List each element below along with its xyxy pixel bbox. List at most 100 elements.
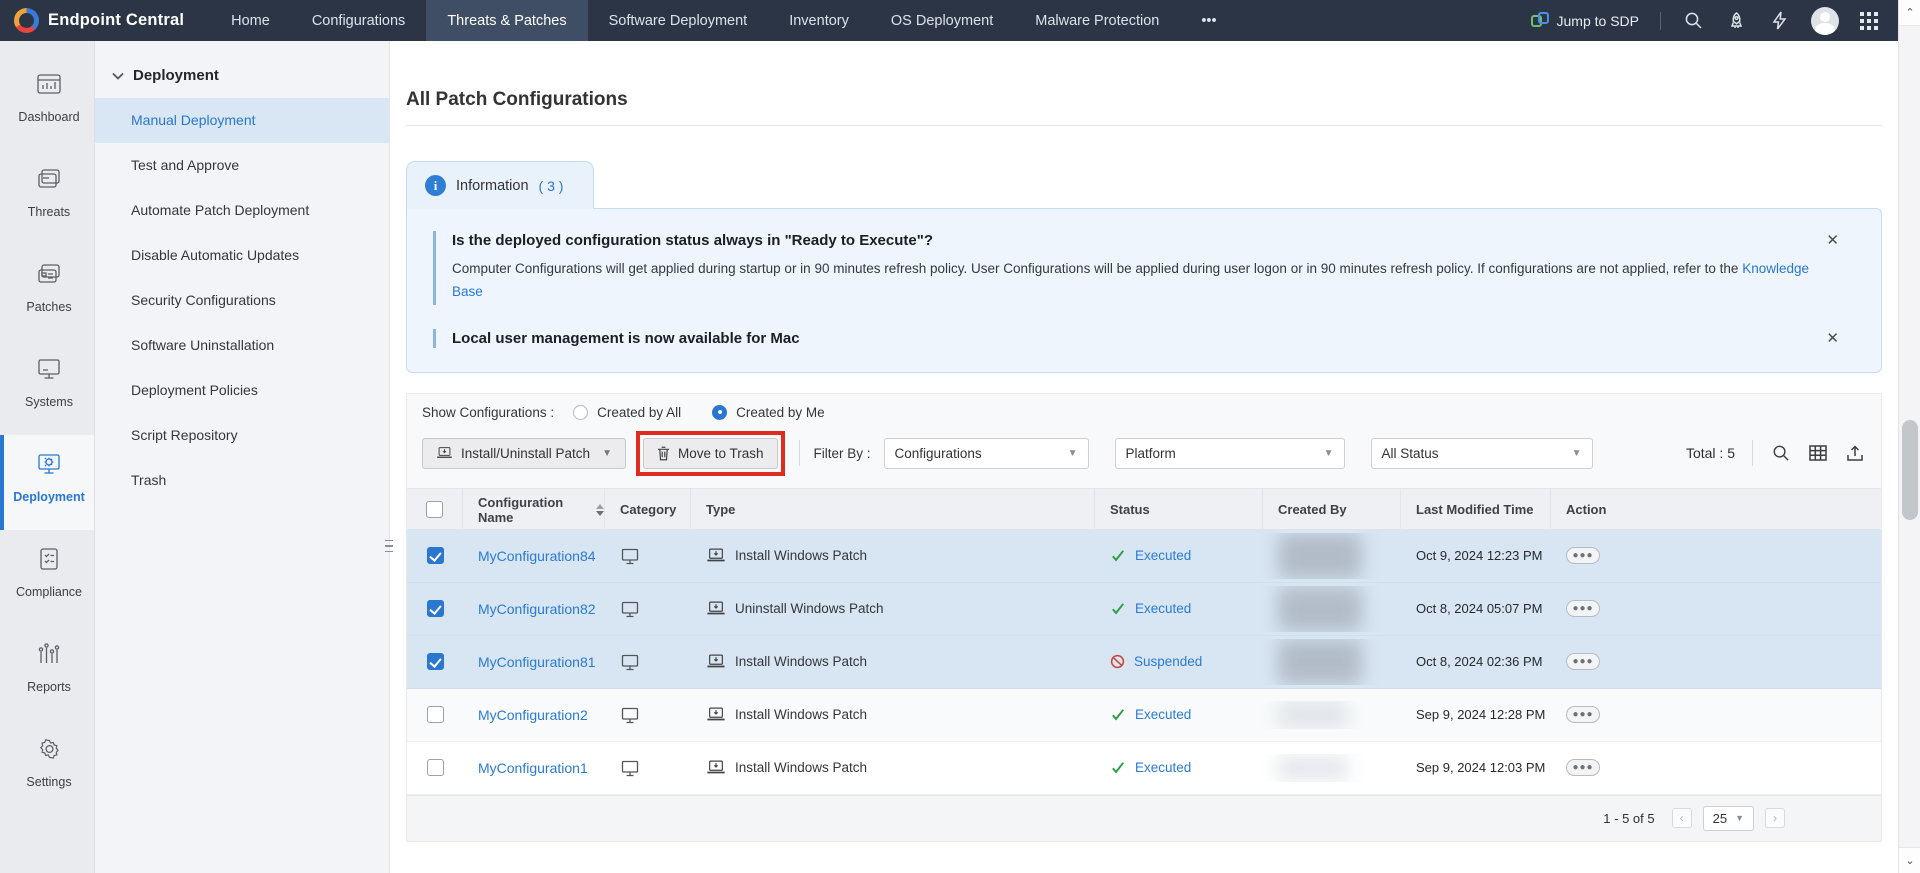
next-page-button[interactable]: › bbox=[1765, 808, 1785, 828]
rail-item-dashboard[interactable]: Dashboard bbox=[0, 55, 94, 150]
scroll-up-arrow[interactable]: ⌃ bbox=[1899, 0, 1920, 26]
computer-icon bbox=[620, 759, 640, 777]
nav-item[interactable]: OS Deployment bbox=[870, 0, 1014, 41]
close-icon[interactable]: ✕ bbox=[1826, 331, 1839, 346]
scroll-down-arrow[interactable]: ⌄ bbox=[1899, 847, 1920, 873]
nav-item[interactable]: ••• bbox=[1180, 0, 1237, 41]
configuration-name-link[interactable]: MyConfiguration84 bbox=[478, 548, 596, 564]
sidebar-item-test-and-approve[interactable]: Test and Approve bbox=[95, 143, 389, 188]
sidebar-group-deployment[interactable]: Deployment bbox=[95, 67, 389, 84]
rail-item-threats[interactable]: Threats bbox=[0, 150, 94, 245]
rail-item-patches[interactable]: Patches bbox=[0, 245, 94, 340]
search-icon[interactable] bbox=[1682, 10, 1704, 32]
row-actions-button[interactable]: ●●● bbox=[1566, 706, 1600, 723]
brand-name: Endpoint Central bbox=[48, 11, 184, 30]
action-cell: ●●● bbox=[1551, 600, 1881, 617]
sidebar-list: Manual DeploymentTest and ApproveAutomat… bbox=[95, 98, 389, 503]
sidebar-item-script-repository[interactable]: Script Repository bbox=[95, 413, 389, 458]
total-count: Total : 5 bbox=[1686, 445, 1735, 461]
filter-status-dropdown[interactable]: All Status▼ bbox=[1371, 438, 1593, 469]
status-cell: Executed bbox=[1095, 760, 1263, 775]
nav-item[interactable]: Software Deployment bbox=[588, 0, 769, 41]
sidebar-item-manual-deployment[interactable]: Manual Deployment bbox=[95, 98, 389, 143]
rail-item-deployment[interactable]: Deployment bbox=[0, 435, 94, 530]
radio-created-by-all[interactable] bbox=[573, 405, 588, 420]
radio-created-by-me[interactable] bbox=[712, 405, 727, 420]
column-chooser-icon[interactable] bbox=[1807, 442, 1829, 464]
redacted-created-by bbox=[1278, 533, 1362, 579]
action-cell: ●●● bbox=[1551, 653, 1881, 670]
page-size-dropdown[interactable]: 25▼ bbox=[1703, 806, 1754, 831]
apps-grid-icon[interactable] bbox=[1860, 12, 1878, 30]
rail-item-reports[interactable]: Reports bbox=[0, 625, 94, 720]
nav-item[interactable]: Home bbox=[210, 0, 291, 41]
rocket-icon[interactable] bbox=[1725, 10, 1747, 32]
brand[interactable]: Endpoint Central bbox=[0, 0, 210, 41]
filter-platform-dropdown[interactable]: Platform▼ bbox=[1115, 438, 1345, 469]
pagination-range: 1 - 5 of 5 bbox=[1603, 811, 1654, 826]
window-scrollbar[interactable]: ⌃ ⌄ bbox=[1898, 0, 1920, 873]
redacted-created-by bbox=[1278, 586, 1362, 632]
sidebar-item-software-uninstallation[interactable]: Software Uninstallation bbox=[95, 323, 389, 368]
sidebar-item-automate-patch-deployment[interactable]: Automate Patch Deployment bbox=[95, 188, 389, 233]
sidebar-item-trash[interactable]: Trash bbox=[95, 458, 389, 503]
export-icon[interactable] bbox=[1844, 442, 1866, 464]
configuration-name-link[interactable]: MyConfiguration1 bbox=[478, 760, 588, 776]
row-actions-button[interactable]: ●●● bbox=[1566, 759, 1600, 776]
page-title: All Patch Configurations bbox=[406, 89, 1882, 111]
sidebar-resize-grip[interactable] bbox=[385, 528, 393, 564]
status-link[interactable]: Suspended bbox=[1134, 654, 1202, 669]
rail-item-compliance[interactable]: Compliance bbox=[0, 530, 94, 625]
status-link[interactable]: Executed bbox=[1135, 760, 1191, 775]
success-check-icon bbox=[1110, 760, 1126, 775]
status-cell: Suspended bbox=[1095, 654, 1263, 669]
sidebar-item-deployment-policies[interactable]: Deployment Policies bbox=[95, 368, 389, 413]
row-checkbox[interactable] bbox=[427, 600, 444, 617]
rail-item-settings[interactable]: Settings bbox=[0, 720, 94, 815]
sdp-icon bbox=[1531, 12, 1549, 30]
configuration-name-link[interactable]: MyConfiguration2 bbox=[478, 707, 588, 723]
col-created-by: Created By bbox=[1263, 489, 1401, 531]
configuration-name-link[interactable]: MyConfiguration82 bbox=[478, 601, 596, 617]
sidebar-item-disable-automatic-updates[interactable]: Disable Automatic Updates bbox=[95, 233, 389, 278]
row-checkbox[interactable] bbox=[427, 706, 444, 723]
status-link[interactable]: Executed bbox=[1135, 548, 1191, 563]
trash-icon bbox=[657, 446, 670, 461]
status-link[interactable]: Executed bbox=[1135, 707, 1191, 722]
row-actions-button[interactable]: ●●● bbox=[1566, 600, 1600, 617]
scrollbar-thumb[interactable] bbox=[1902, 420, 1918, 520]
move-to-trash-button[interactable]: Move to Trash bbox=[643, 438, 778, 469]
last-modified-cell: Oct 8, 2024 02:36 PM bbox=[1401, 654, 1551, 669]
table-row: MyConfiguration1Install Windows PatchExe… bbox=[407, 742, 1881, 795]
row-actions-button[interactable]: ●●● bbox=[1566, 653, 1600, 670]
previous-page-button[interactable]: ‹ bbox=[1672, 808, 1692, 828]
toolbar-divider bbox=[1752, 440, 1753, 466]
filter-configurations-dropdown[interactable]: Configurations▼ bbox=[884, 438, 1089, 469]
sidebar-item-security-configurations[interactable]: Security Configurations bbox=[95, 278, 389, 323]
row-actions-button[interactable]: ●●● bbox=[1566, 547, 1600, 564]
tab-information[interactable]: i Information ( 3 ) bbox=[406, 161, 594, 209]
category-cell bbox=[605, 759, 691, 777]
nav-item[interactable]: Inventory bbox=[768, 0, 870, 41]
jump-to-sdp-button[interactable]: Jump to SDP bbox=[1531, 12, 1639, 30]
sort-icon[interactable] bbox=[596, 504, 604, 516]
nav-item[interactable]: Configurations bbox=[291, 0, 427, 41]
row-checkbox[interactable] bbox=[427, 547, 444, 564]
configurations-panel: Show Configurations : Created by All Cre… bbox=[406, 393, 1882, 842]
row-checkbox[interactable] bbox=[427, 653, 444, 670]
flash-icon[interactable] bbox=[1768, 10, 1790, 32]
user-avatar[interactable] bbox=[1811, 7, 1839, 35]
close-icon[interactable]: ✕ bbox=[1826, 233, 1839, 248]
information-panel: Is the deployed configuration status alw… bbox=[406, 208, 1882, 373]
rail-item-systems[interactable]: Systems bbox=[0, 340, 94, 435]
col-action: Action bbox=[1551, 489, 1881, 531]
status-link[interactable]: Executed bbox=[1135, 601, 1191, 616]
col-configuration-name[interactable]: Configuration Name bbox=[463, 489, 605, 531]
select-all-checkbox[interactable] bbox=[426, 501, 443, 518]
install-uninstall-patch-button[interactable]: Install/Uninstall Patch ▼ bbox=[422, 438, 626, 469]
nav-item[interactable]: Threats & Patches bbox=[426, 0, 587, 41]
row-checkbox[interactable] bbox=[427, 759, 444, 776]
nav-item[interactable]: Malware Protection bbox=[1014, 0, 1180, 41]
configuration-name-link[interactable]: MyConfiguration81 bbox=[478, 654, 596, 670]
search-icon[interactable] bbox=[1770, 442, 1792, 464]
